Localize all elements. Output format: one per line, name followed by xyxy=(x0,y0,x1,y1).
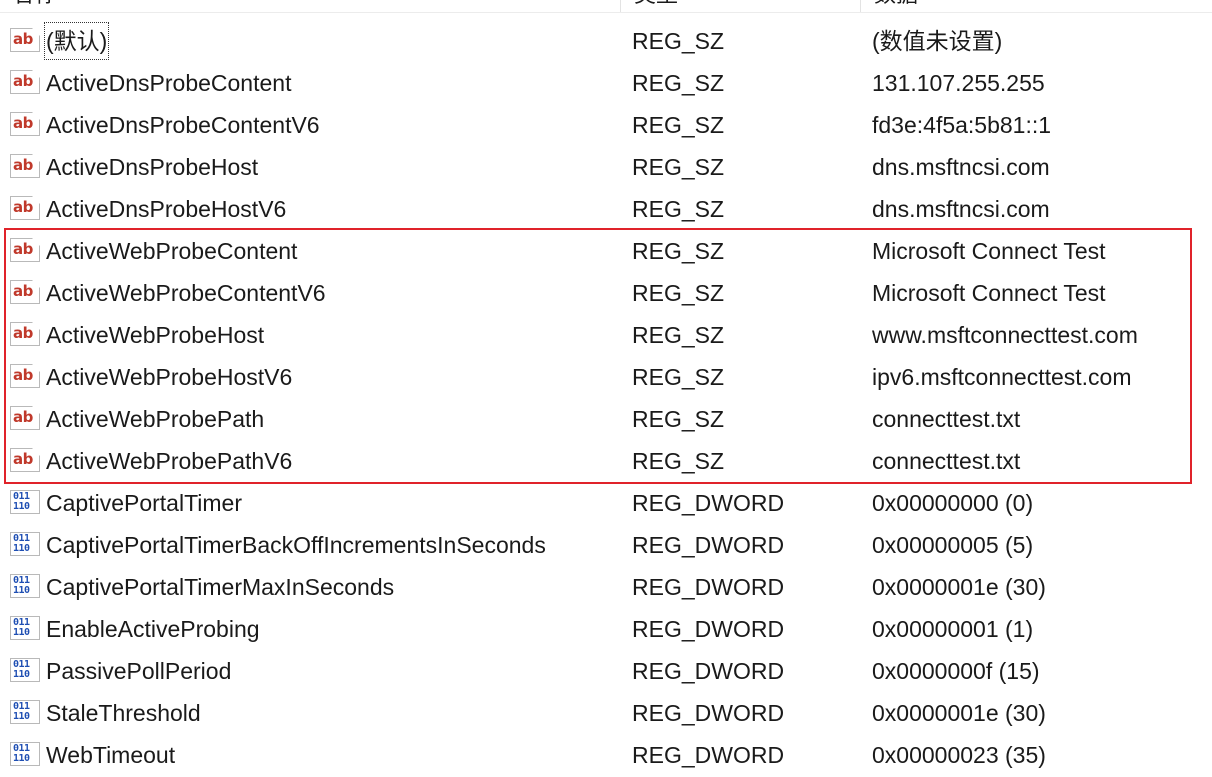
value-type: REG_DWORD xyxy=(632,700,785,726)
string-value-icon: ab xyxy=(10,112,40,136)
registry-value-row[interactable]: 011 110 CaptivePortalTimerBackOffIncremen… xyxy=(0,524,1212,566)
registry-value-row[interactable]: ab ActiveDnsProbeHost REG_SZ dns.msftncsi.c… xyxy=(0,146,1212,188)
string-value-icon: ab xyxy=(10,448,40,472)
registry-value-row[interactable]: ab ActiveWebProbePath REG_SZ connecttest.tx… xyxy=(0,398,1212,440)
value-data: dns.msftncsi.com xyxy=(872,196,1050,222)
registry-value-row[interactable]: ab ActiveWebProbeContentV6 REG_SZ Microsoft… xyxy=(0,272,1212,314)
string-value-icon: ab xyxy=(10,238,40,262)
value-type: REG_SZ xyxy=(632,70,725,96)
registry-value-row[interactable]: 011 110 CaptivePortalTimerMaxInSeconds REG… xyxy=(0,566,1212,608)
value-type: REG_SZ xyxy=(632,364,725,390)
value-name: ActiveDnsProbeContentV6 xyxy=(46,112,320,138)
dword-value-icon: 011 110 xyxy=(10,700,40,724)
value-name: EnableActiveProbing xyxy=(46,616,260,642)
value-data: 0x00000000 (0) xyxy=(872,490,1034,516)
value-name: ActiveDnsProbeHostV6 xyxy=(46,196,287,222)
value-data: ipv6.msftconnecttest.com xyxy=(872,364,1132,390)
value-type: REG_SZ xyxy=(632,154,725,180)
value-type: REG_SZ xyxy=(632,448,725,474)
value-type: REG_SZ xyxy=(632,112,725,138)
value-type: REG_SZ xyxy=(632,406,725,432)
dword-value-icon: 011 110 xyxy=(10,616,40,640)
value-data: 131.107.255.255 xyxy=(872,70,1045,96)
value-type: REG_SZ xyxy=(632,196,725,222)
value-data: fd3e:4f5a:5b81::1 xyxy=(872,112,1052,138)
value-data: Microsoft Connect Test xyxy=(872,280,1106,306)
string-value-icon: ab xyxy=(10,364,40,388)
column-divider[interactable] xyxy=(860,0,861,12)
value-data: connecttest.txt xyxy=(872,406,1021,432)
value-type: REG_DWORD xyxy=(632,532,785,558)
value-name: ActiveWebProbePath xyxy=(46,406,265,432)
value-type: REG_DWORD xyxy=(632,616,785,642)
value-name: ActiveWebProbeContent xyxy=(46,238,298,264)
registry-value-row[interactable]: ab ActiveDnsProbeHostV6 REG_SZ dns.msftncsi… xyxy=(0,188,1212,230)
registry-value-row[interactable]: 011 110 CaptivePortalTimer REG_DWORD 0x0000… xyxy=(0,482,1212,524)
registry-value-row[interactable]: ab ActiveWebProbeHostV6 REG_SZ ipv6.msftcon… xyxy=(0,356,1212,398)
registry-values-list: ab (默认) REG_SZ (数值未设置) ab ActiveDnsProbeConte… xyxy=(0,20,1212,776)
value-data: (数值未设置) xyxy=(872,28,1003,54)
string-value-icon: ab xyxy=(10,406,40,430)
value-name: StaleThreshold xyxy=(46,700,201,726)
registry-value-row[interactable]: 011 110 PassivePollPeriod REG_DWORD 0x00000… xyxy=(0,650,1212,692)
value-name: ActiveDnsProbeHost xyxy=(46,154,259,180)
value-name: ActiveWebProbePathV6 xyxy=(46,448,293,474)
value-data: 0x00000023 (35) xyxy=(872,742,1046,768)
dword-value-icon: 011 110 xyxy=(10,742,40,766)
string-value-icon: ab xyxy=(10,196,40,220)
value-type: REG_SZ xyxy=(632,322,725,348)
value-data: 0x0000000f (15) xyxy=(872,658,1040,684)
dword-value-icon: 011 110 xyxy=(10,490,40,514)
value-data: Microsoft Connect Test xyxy=(872,238,1106,264)
column-header-data[interactable]: 数据 xyxy=(874,0,1204,12)
dword-value-icon: 011 110 xyxy=(10,574,40,598)
value-name: ActiveWebProbeHostV6 xyxy=(46,364,293,390)
value-data: 0x0000001e (30) xyxy=(872,700,1046,726)
value-type: REG_DWORD xyxy=(632,658,785,684)
dword-value-icon: 011 110 xyxy=(10,658,40,682)
registry-value-row[interactable]: ab (默认) REG_SZ (数值未设置) xyxy=(0,20,1212,62)
value-data: connecttest.txt xyxy=(872,448,1021,474)
value-data: 0x00000001 (1) xyxy=(872,616,1034,642)
value-name: CaptivePortalTimerBackOffIncrementsInSec… xyxy=(46,532,546,558)
value-data: www.msftconnecttest.com xyxy=(872,322,1138,348)
string-value-icon: ab xyxy=(10,70,40,94)
registry-value-row[interactable]: 011 110 StaleThreshold REG_DWORD 0x0000001e… xyxy=(0,692,1212,734)
registry-value-row[interactable]: ab ActiveDnsProbeContent REG_SZ 131.107.255… xyxy=(0,62,1212,104)
value-name: ActiveDnsProbeContent xyxy=(46,70,292,96)
column-header-name[interactable]: 名称 xyxy=(12,0,602,12)
string-value-icon: ab xyxy=(10,28,40,52)
value-name: PassivePollPeriod xyxy=(46,658,232,684)
dword-value-icon: 011 110 xyxy=(10,532,40,556)
string-value-icon: ab xyxy=(10,322,40,346)
value-type: REG_DWORD xyxy=(632,574,785,600)
value-name: CaptivePortalTimerMaxInSeconds xyxy=(46,574,395,600)
registry-value-row[interactable]: ab ActiveWebProbePathV6 REG_SZ connecttest.… xyxy=(0,440,1212,482)
value-data: dns.msftncsi.com xyxy=(872,154,1050,180)
value-type: REG_DWORD xyxy=(632,490,785,516)
column-header-type[interactable]: 类型 xyxy=(634,0,854,12)
column-header: 名称 类型 数据 xyxy=(0,0,1212,13)
value-type: REG_SZ xyxy=(632,28,725,54)
string-value-icon: ab xyxy=(10,280,40,304)
value-type: REG_SZ xyxy=(632,280,725,306)
registry-value-row[interactable]: 011 110 WebTimeout REG_DWORD 0x00000023 (35… xyxy=(0,734,1212,776)
value-type: REG_DWORD xyxy=(632,742,785,768)
value-name: CaptivePortalTimer xyxy=(46,490,242,516)
registry-value-row[interactable]: ab ActiveWebProbeHost REG_SZ www.msftconnec… xyxy=(0,314,1212,356)
value-name: ActiveWebProbeContentV6 xyxy=(46,280,326,306)
string-value-icon: ab xyxy=(10,154,40,178)
registry-value-row[interactable]: ab ActiveWebProbeContent REG_SZ Microsoft C… xyxy=(0,230,1212,272)
value-data: 0x00000005 (5) xyxy=(872,532,1034,558)
registry-value-row[interactable]: 011 110 EnableActiveProbing REG_DWORD 0x000… xyxy=(0,608,1212,650)
value-name: (默认) xyxy=(42,20,111,62)
value-data: 0x0000001e (30) xyxy=(872,574,1046,600)
registry-value-row[interactable]: ab ActiveDnsProbeContentV6 REG_SZ fd3e:4f5a… xyxy=(0,104,1212,146)
value-type: REG_SZ xyxy=(632,238,725,264)
column-divider[interactable] xyxy=(620,0,621,12)
value-name: ActiveWebProbeHost xyxy=(46,322,265,348)
value-name: WebTimeout xyxy=(46,742,176,768)
